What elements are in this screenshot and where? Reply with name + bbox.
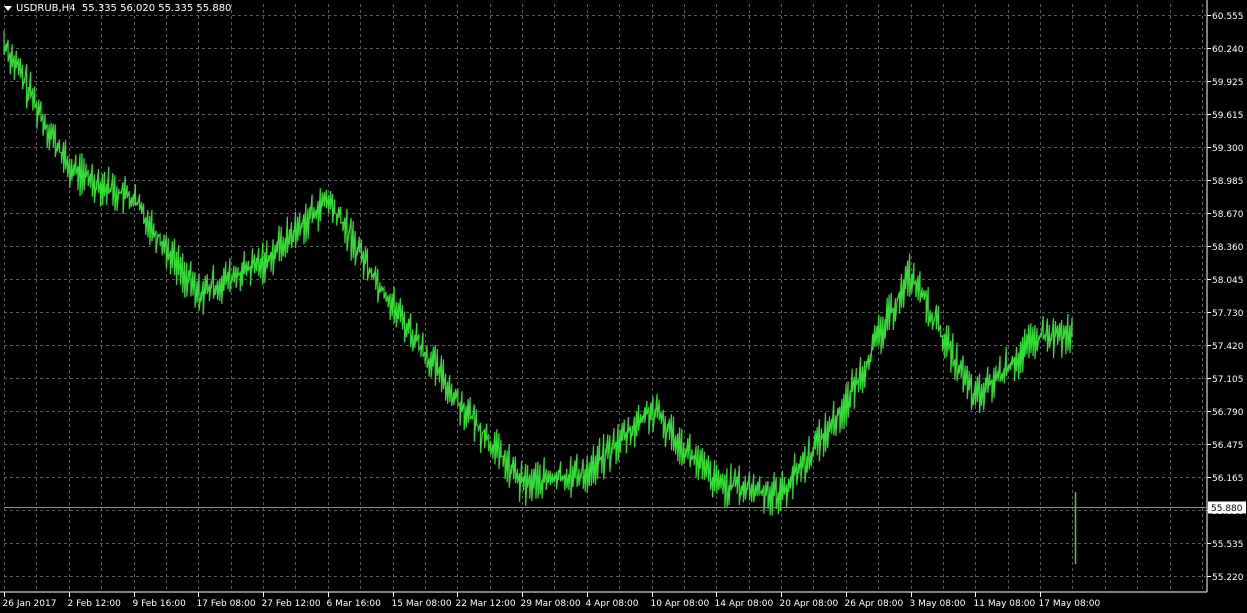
x-tick-label: 22 Mar 12:00 — [456, 599, 516, 609]
y-tick-label: 57.420 — [1212, 342, 1244, 352]
x-tick-label: 10 Apr 08:00 — [651, 599, 710, 609]
y-tick-label: 60.240 — [1212, 45, 1244, 55]
x-tick-label: 15 Mar 08:00 — [392, 599, 452, 609]
y-tick-label: 59.615 — [1212, 111, 1244, 121]
x-tick-label: 6 Mar 16:00 — [327, 599, 382, 609]
y-tick-label: 57.105 — [1212, 375, 1244, 385]
x-tick-label: 17 May 08:00 — [1039, 599, 1101, 609]
x-tick-label: 2 Feb 12:00 — [68, 599, 122, 609]
x-tick-label: 26 Jan 2017 — [3, 599, 57, 609]
y-tick-label: 58.985 — [1212, 177, 1244, 187]
y-tick-label: 56.475 — [1212, 441, 1244, 451]
x-tick-label: 27 Feb 12:00 — [262, 599, 321, 609]
ohlc-readout: 55.335 56.020 55.335 55.880 — [81, 3, 232, 14]
current-price-label: 55.880 — [1211, 504, 1243, 514]
y-tick-label: 58.670 — [1212, 210, 1244, 220]
chart-header: USDRUB,H4 55.335 56.020 55.335 55.880 — [4, 3, 231, 14]
x-tick-label: 14 Apr 08:00 — [715, 599, 774, 609]
y-tick-label: 59.925 — [1212, 78, 1244, 88]
y-tick-label: 55.535 — [1212, 540, 1244, 550]
symbol-timeframe: USDRUB,H4 — [16, 3, 76, 14]
y-tick-label: 56.790 — [1212, 408, 1244, 418]
x-tick-label: 11 May 08:00 — [974, 599, 1036, 609]
price-chart[interactable]: 60.555 60.240 59.925 59.615 59.300 58.985 58.6… — [0, 0, 1247, 613]
x-tick-label: 20 Apr 08:00 — [780, 599, 839, 609]
y-tick-label: 60.555 — [1212, 12, 1244, 22]
y-tick-label: 56.165 — [1212, 474, 1244, 484]
x-tick-label: 9 Feb 16:00 — [133, 599, 187, 609]
x-tick-label: 26 Apr 08:00 — [845, 599, 904, 609]
y-tick-label: 59.300 — [1212, 144, 1244, 154]
x-tick-label: 4 Apr 08:00 — [586, 599, 639, 609]
y-tick-label: 58.360 — [1212, 243, 1244, 253]
x-tick-label: 17 Feb 08:00 — [197, 599, 256, 609]
dropdown-arrow-icon[interactable] — [4, 5, 12, 11]
y-tick-label: 58.045 — [1212, 276, 1244, 286]
chart-area[interactable]: 60.555 60.240 59.925 59.615 59.300 58.985 58.6… — [0, 0, 1247, 613]
x-tick-label: 3 May 08:00 — [910, 599, 966, 609]
y-tick-label: 55.220 — [1212, 573, 1244, 583]
x-tick-label: 29 Mar 08:00 — [521, 599, 581, 609]
y-tick-label: 57.730 — [1212, 309, 1244, 319]
